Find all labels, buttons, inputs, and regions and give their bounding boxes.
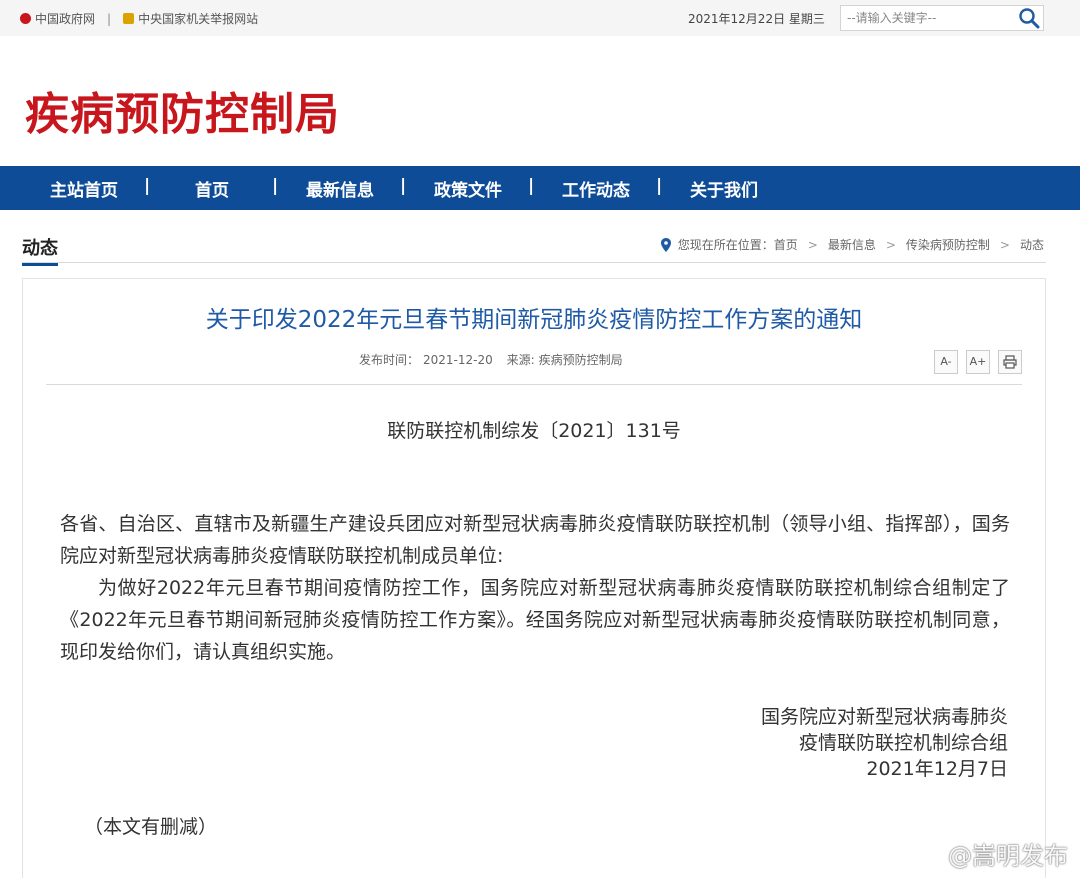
- link-separator: |: [107, 11, 112, 26]
- font-decrease-button[interactable]: A-: [934, 350, 958, 374]
- signature-date: 2021年12月7日: [866, 758, 1008, 780]
- weibo-logo-icon: [905, 841, 941, 868]
- signature-line-2: 疫情联防联控机制综合组: [798, 732, 1008, 754]
- print-icon: [1003, 355, 1017, 369]
- article-paragraph-1: 各省、自治区、直辖市及新疆生产建设兵团应对新型冠状病毒肺炎疫情联防联控机制（领导…: [60, 513, 1010, 567]
- breadcrumb-current[interactable]: 动态: [1020, 236, 1044, 253]
- print-button[interactable]: [998, 350, 1022, 374]
- breadcrumb-separator: >: [999, 237, 1010, 252]
- breadcrumb-home[interactable]: 首页: [774, 236, 798, 253]
- document-number: 联防联控机制综发〔2021〕131号: [387, 420, 681, 442]
- gov-emblem-icon: [20, 13, 31, 24]
- top-utility-bar: 中国政府网 | 中央国家机关举报网站 2021年12月22日 星期三: [0, 0, 1080, 36]
- nav-item-policy[interactable]: 政策文件: [400, 176, 532, 201]
- site-logo[interactable]: 疾病预防控制局: [25, 78, 340, 142]
- article-meta: 发布时间： 2021-12-20 来源: 疾病预防控制局: [359, 351, 633, 368]
- breadcrumb-latest[interactable]: 最新信息: [828, 236, 876, 253]
- watermark-text: @嵩明发布: [948, 842, 1068, 870]
- nav-item-home[interactable]: 首页: [144, 176, 276, 201]
- nav-item-latest[interactable]: 最新信息: [272, 176, 404, 201]
- signature-block: 国务院应对新型冠状病毒肺炎 疫情联防联控机制综合组 2021年12月7日: [761, 704, 1008, 782]
- report-site-link[interactable]: 中央国家机关举报网站: [138, 10, 258, 27]
- location-pin-icon: [660, 237, 671, 252]
- article-tools: A- A+: [934, 350, 1022, 374]
- source-label: 来源:: [506, 353, 535, 367]
- article-paragraph-2: 为做好2022年元旦春节期间疫情防控工作，国务院应对新型冠状病毒肺炎疫情联防联控…: [60, 577, 1010, 663]
- current-date: 2021年12月22日 星期三: [688, 12, 825, 26]
- search-icon[interactable]: [1017, 7, 1041, 29]
- nav-item-main-home[interactable]: 主站首页: [20, 176, 148, 201]
- breadcrumb-prefix: 您现在所在位置：: [677, 238, 774, 252]
- search-input[interactable]: [841, 6, 1011, 30]
- search-box: [840, 5, 1044, 31]
- nav-item-about[interactable]: 关于我们: [656, 176, 788, 201]
- top-links: 中国政府网 | 中央国家机关举报网站: [20, 10, 258, 27]
- article-title: 关于印发2022年元旦春节期间新冠肺炎疫情防控工作方案的通知: [205, 307, 863, 333]
- breadcrumb: 您现在所在位置： 首页 > 最新信息 > 传染病预防控制 > 动态: [660, 236, 1044, 253]
- publish-date: 2021-12-20: [423, 353, 493, 367]
- main-nav: 主站首页 首页 最新信息 政策文件 工作动态 关于我们: [0, 166, 1080, 210]
- breadcrumb-disease-control[interactable]: 传染病预防控制: [906, 236, 990, 253]
- source-value: 疾病预防控制局: [538, 353, 623, 367]
- breadcrumb-separator: >: [807, 237, 818, 252]
- nav-item-work[interactable]: 工作动态: [528, 176, 660, 201]
- font-increase-button[interactable]: A+: [966, 350, 990, 374]
- meta-divider: [46, 384, 1022, 385]
- weibo-watermark: @嵩明发布: [904, 836, 1068, 871]
- signature-line-1: 国务院应对新型冠状病毒肺炎: [760, 706, 1008, 728]
- gov-portal-link[interactable]: 中国政府网: [35, 10, 95, 27]
- edit-note: （本文有删减）: [84, 816, 218, 838]
- section-divider: [22, 262, 1046, 263]
- breadcrumb-separator: >: [885, 237, 896, 252]
- publish-label: 发布时间：: [359, 353, 420, 367]
- party-emblem-icon: [123, 13, 135, 24]
